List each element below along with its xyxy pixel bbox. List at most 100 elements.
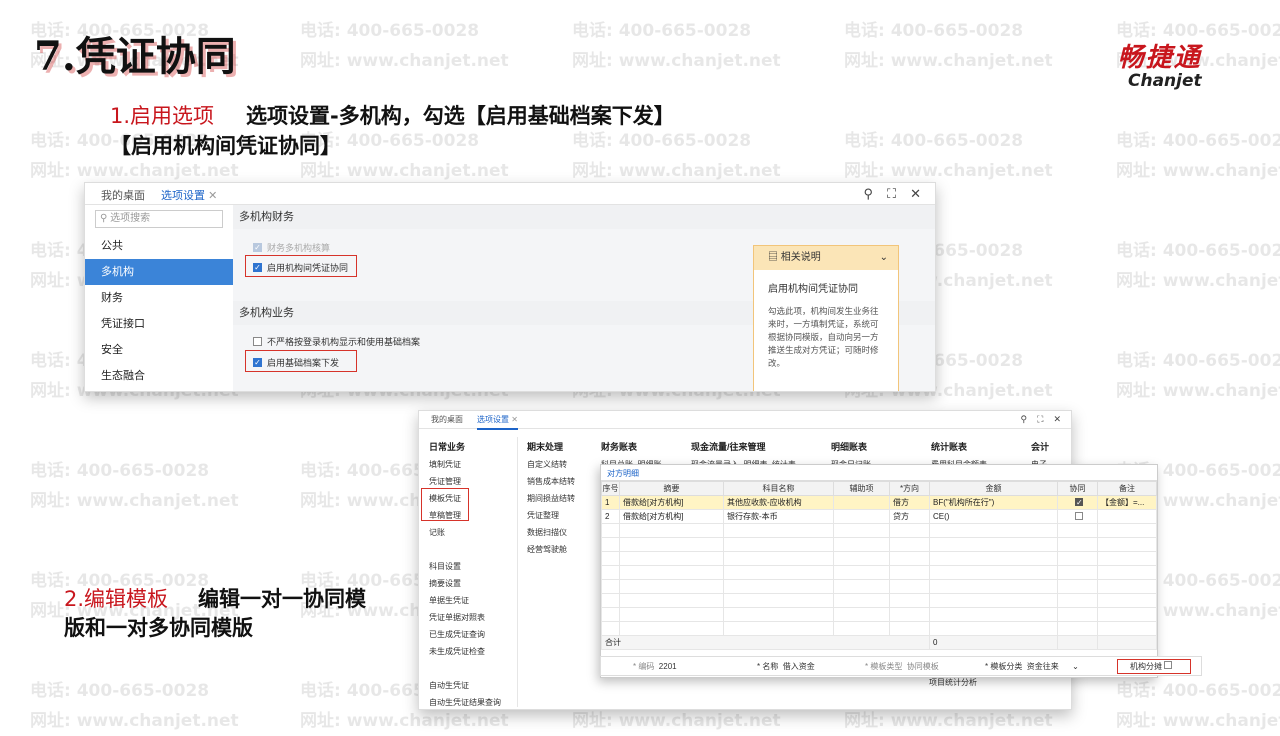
search-input[interactable]: ⚲ 选项搜索 <box>95 210 223 228</box>
option-multi-org-accounting[interactable]: ✓ 财务多机构核算 <box>253 241 330 254</box>
divider <box>517 437 518 707</box>
watermark-phone: 电话: 400-665-0028 <box>844 21 1024 41</box>
cell[interactable]: 借款给[对方机构] <box>619 495 724 510</box>
table-row[interactable]: 1 借款给[对方机构] 其他应收款-应收机构 借方 BF("机构所在行") ✓ … <box>601 495 1157 510</box>
menu-item-project-analysis[interactable]: 项目统计分析 <box>929 677 977 688</box>
option-label: 财务多机构核算 <box>267 243 331 253</box>
step2-text2: 版和一对多协同模版 <box>64 616 253 640</box>
watermark-phone: 电话: 400-665-0028 <box>1116 131 1280 151</box>
maximize-icon[interactable]: ⛶ <box>1037 414 1043 425</box>
menu-item[interactable]: 已生成凭证查询 <box>429 626 519 643</box>
menu-item[interactable]: 经营驾驶舱 <box>527 541 597 558</box>
option-label: 不严格按登录机构显示和使用基础档案 <box>267 337 421 347</box>
field-value: 协同模板 <box>906 662 939 671</box>
org-split-option[interactable]: 机构分摊 <box>1117 659 1192 674</box>
cell[interactable]: 贷方 <box>889 509 930 524</box>
search-icon[interactable]: ⚲ <box>1021 414 1028 425</box>
col-header: 备注 <box>1097 481 1157 496</box>
menu-item[interactable]: 填制凭证 <box>429 456 519 473</box>
col-header: 科目名称 <box>723 481 834 496</box>
step2-caption: 2.编辑模板 编辑一对一协同模 <box>64 585 366 613</box>
checkbox-unchecked[interactable] <box>253 337 262 346</box>
empty-row[interactable] <box>601 565 1157 580</box>
tab-counterparty[interactable]: 对方明细 <box>601 465 1157 481</box>
window-controls: ⚲ ⛶ ✕ <box>863 186 921 202</box>
menu-head: 日常业务 <box>429 442 466 452</box>
sync-checkbox[interactable] <box>1057 509 1098 524</box>
cell[interactable] <box>833 495 890 510</box>
sidebar-item-ecosystem[interactable]: 生态融合 <box>85 363 233 389</box>
cell[interactable]: 其他应收款-应收机构 <box>723 495 834 510</box>
menu-item[interactable]: 摘要设置 <box>429 575 519 592</box>
help-body: 勾选此项，机构间发生业务往来时，一方填制凭证，系统可根据协同模版，自动向另一方推… <box>768 306 879 368</box>
close-icon[interactable]: ✕ <box>208 190 217 202</box>
close-icon[interactable]: ✕ <box>511 415 518 424</box>
cell[interactable]: 银行存款-本币 <box>723 509 834 524</box>
col-header: 辅助项 <box>833 481 890 496</box>
empty-row[interactable] <box>601 551 1157 566</box>
field-label: * 模板分类 <box>985 662 1023 671</box>
cell[interactable]: BF("机构所在行") <box>929 495 1058 510</box>
sidebar-item-finance[interactable]: 财务 <box>85 285 233 311</box>
chevron-down-icon[interactable]: ⌄ <box>880 246 888 270</box>
total-row: 合计 0 <box>601 635 1157 650</box>
cell[interactable]: 借款给[对方机构] <box>619 509 724 524</box>
option-non-strict-display[interactable]: 不严格按登录机构显示和使用基础档案 <box>253 335 420 348</box>
sidebar-item-security[interactable]: 安全 <box>85 337 233 363</box>
cell[interactable] <box>833 509 890 524</box>
menu-item[interactable]: 期间损益结转 <box>527 490 597 507</box>
empty-row[interactable] <box>601 579 1157 594</box>
empty-row[interactable] <box>601 607 1157 622</box>
chevron-down-icon[interactable]: ⌄ <box>1072 662 1079 671</box>
menu-item[interactable]: 自动生凭证结果查询 <box>429 694 519 709</box>
logo-cn: 畅捷通 <box>1117 43 1202 73</box>
slide-title: 7.凭证协同 <box>34 24 236 82</box>
menu-head: 期末处理 <box>527 442 564 452</box>
template-type-field[interactable]: * 模板类型 协同模板 <box>865 661 939 672</box>
tab-desktop[interactable]: 我的桌面 <box>101 187 145 203</box>
tab-desktop[interactable]: 我的桌面 <box>431 414 463 425</box>
menu-item[interactable]: 单据生凭证 <box>429 592 519 609</box>
menu-item[interactable]: 自定义结转 <box>527 456 597 473</box>
tab-options-label: 选项设置 <box>477 415 509 424</box>
tab-options[interactable]: 选项设置 ✕ <box>477 414 518 430</box>
cell[interactable]: 借方 <box>889 495 930 510</box>
cell[interactable]: 【金额】=... <box>1097 495 1157 510</box>
close-window-icon[interactable]: ✕ <box>910 186 921 202</box>
table-row[interactable]: 2 借款给[对方机构] 银行存款-本币 贷方 CE() <box>601 509 1157 524</box>
menu-item[interactable]: 数据扫描仪 <box>527 524 597 541</box>
menu-item[interactable]: 自动生凭证 <box>429 677 519 694</box>
sidebar-item-multi-org[interactable]: 多机构 <box>85 259 233 285</box>
field-value: 借入资金 <box>782 662 815 671</box>
checkbox-unchecked[interactable] <box>1164 661 1173 669</box>
cell[interactable]: CE() <box>929 509 1058 524</box>
sidebar-item-voucher-interface[interactable]: 凭证接口 <box>85 311 233 337</box>
menu-item[interactable]: 科目设置 <box>429 558 519 575</box>
menu-item[interactable]: 销售成本结转 <box>527 473 597 490</box>
empty-row[interactable] <box>601 593 1157 608</box>
search-icon[interactable]: ⚲ <box>863 186 873 202</box>
watermark-site: 网址: www.chanjet.net <box>844 51 1053 71</box>
watermark-site: 网址: www.chanjet.net <box>1116 711 1280 731</box>
empty-row[interactable] <box>601 621 1157 636</box>
menu-item[interactable]: 记账 <box>429 524 519 541</box>
help-panel-header[interactable]: ▤ 相关说明 ⌄ <box>754 246 898 270</box>
maximize-icon[interactable]: ⛶ <box>887 186 896 202</box>
menu-item[interactable]: 未生成凭证检查 <box>429 643 519 660</box>
sidebar-item-public[interactable]: 公共 <box>85 233 233 259</box>
total-label: 合计 <box>601 635 930 650</box>
watermark-site: 网址: www.chanjet.net <box>1116 271 1280 291</box>
menu-item[interactable]: 凭证整理 <box>527 507 597 524</box>
template-category-select[interactable]: * 模板分类 资金往来 ⌄ <box>985 661 1079 672</box>
checkbox-checked[interactable]: ✓ <box>1075 498 1083 507</box>
sync-checkbox[interactable]: ✓ <box>1057 495 1098 510</box>
cell[interactable] <box>1097 509 1157 524</box>
empty-row[interactable] <box>601 523 1157 538</box>
code-field[interactable]: * 编码 2201 <box>633 661 677 672</box>
empty-row[interactable] <box>601 537 1157 552</box>
menu-item[interactable]: 凭证单据对照表 <box>429 609 519 626</box>
checkbox-unchecked[interactable] <box>1075 511 1083 520</box>
watermark-phone: 电话: 400-665-0028 <box>1116 21 1280 41</box>
close-window-icon[interactable]: ✕ <box>1053 414 1061 425</box>
name-field[interactable]: * 名称 借入资金 <box>757 661 815 672</box>
